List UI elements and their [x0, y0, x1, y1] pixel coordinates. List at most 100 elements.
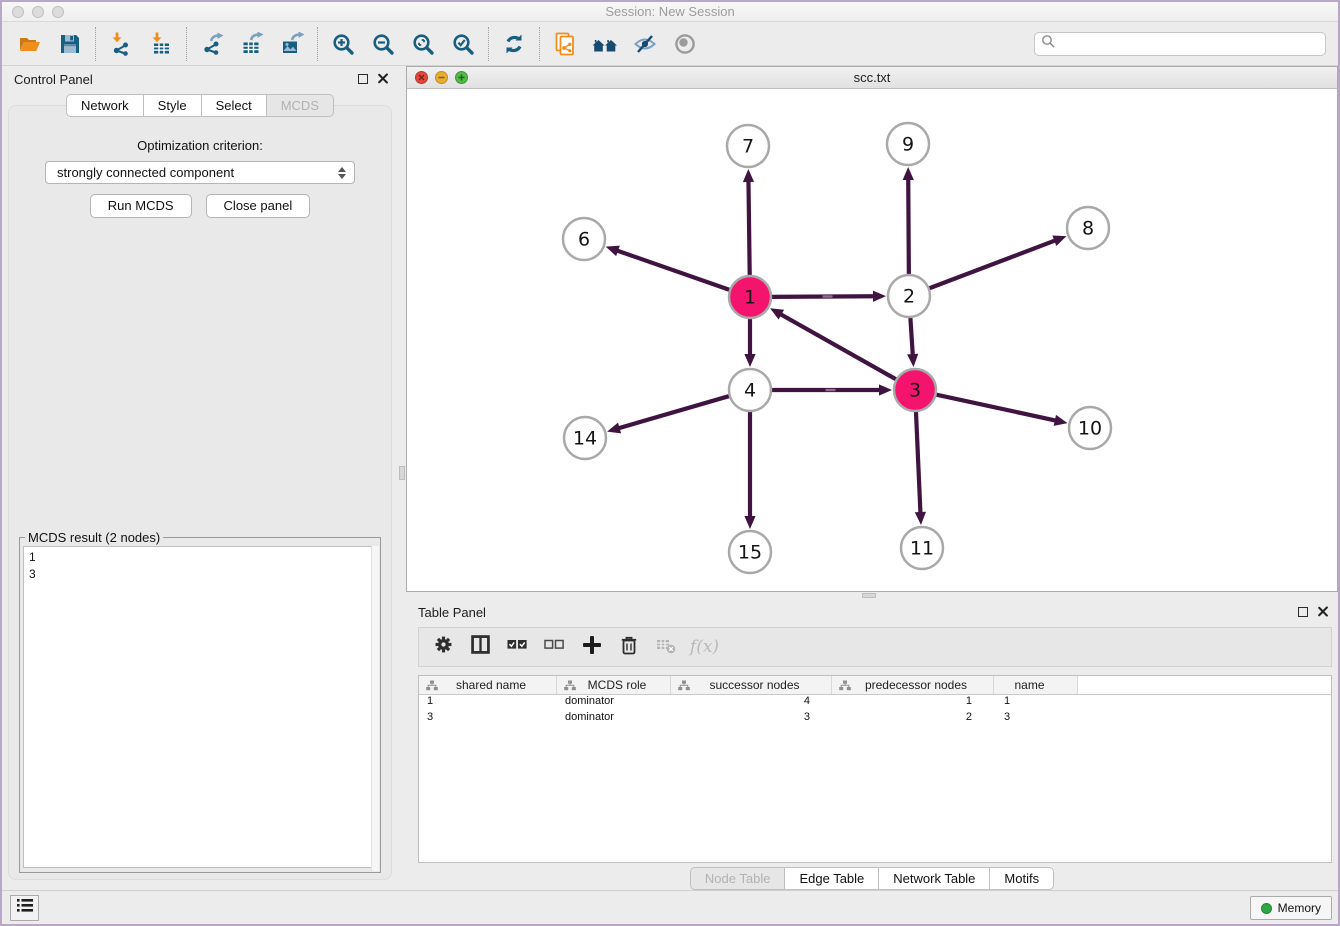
graph-node-6[interactable]: 6	[563, 218, 605, 260]
show-column-panel-button[interactable]	[462, 631, 499, 663]
zoom-fit-button[interactable]	[403, 26, 443, 62]
memory-button[interactable]: Memory	[1250, 896, 1332, 920]
import-table-button[interactable]	[141, 26, 181, 62]
table-toolbar: f(x)	[418, 627, 1332, 667]
delete-table-button[interactable]	[647, 631, 684, 663]
zoom-out-button[interactable]	[363, 26, 403, 62]
graph-node-14[interactable]: 14	[564, 417, 606, 459]
export-table-icon	[240, 32, 264, 56]
graph-edge-1-2[interactable]	[769, 291, 886, 302]
search-icon	[1041, 34, 1056, 54]
svg-text:15: 15	[738, 542, 762, 564]
tab-edge-table[interactable]: Edge Table	[785, 867, 879, 890]
close-panel-button[interactable]: Close panel	[206, 194, 311, 218]
zoom-selected-button[interactable]	[443, 26, 483, 62]
float-panel-icon[interactable]	[1298, 607, 1308, 617]
float-panel-icon[interactable]	[358, 74, 368, 84]
graph-node-3[interactable]: 3	[894, 369, 936, 411]
tab-select[interactable]: Select	[202, 94, 267, 117]
graph-node-11[interactable]: 11	[901, 527, 943, 569]
graph-edge-1-7[interactable]	[743, 169, 754, 278]
open-session-button[interactable]	[10, 26, 50, 62]
graph-edge-1-6[interactable]	[606, 246, 732, 291]
splitter-grip[interactable]	[862, 593, 876, 598]
main-toolbar	[2, 22, 1338, 66]
save-session-button[interactable]	[50, 26, 90, 62]
search-field[interactable]	[1034, 32, 1326, 56]
gear-icon	[434, 635, 453, 659]
graph-node-2[interactable]: 2	[888, 275, 930, 317]
graph-node-7[interactable]: 7	[727, 125, 769, 167]
zoom-fit-icon	[411, 32, 435, 56]
function-builder-button[interactable]: f(x)	[684, 631, 721, 663]
graph-edge-2-8[interactable]	[927, 236, 1067, 290]
export-image-button[interactable]	[272, 26, 312, 62]
hide-selected-button[interactable]	[625, 26, 665, 62]
table-settings-button[interactable]	[425, 631, 462, 663]
column-header-predecessor-nodes[interactable]: predecessor nodes	[832, 676, 994, 694]
graph-edge-2-9[interactable]	[903, 167, 914, 277]
graph-node-1[interactable]: 1	[729, 276, 771, 318]
graph-edge-4-3[interactable]	[769, 384, 892, 395]
graph-edge-4-14[interactable]	[607, 395, 732, 433]
column-header-successor-nodes[interactable]: successor nodes	[671, 676, 832, 694]
column-header-name[interactable]: name	[994, 676, 1078, 694]
column-header-shared-name[interactable]: shared name	[419, 676, 557, 694]
clone-network-button[interactable]	[545, 26, 585, 62]
table-row[interactable]: 1 dominator 4 1 1	[419, 695, 1331, 711]
graph-node-10[interactable]: 10	[1069, 407, 1111, 449]
graph-edge-1-4[interactable]	[744, 316, 755, 367]
splitter-grip[interactable]	[399, 466, 405, 480]
delete-column-button[interactable]	[610, 631, 647, 663]
run-mcds-button[interactable]: Run MCDS	[90, 194, 192, 218]
graph-node-4[interactable]: 4	[729, 369, 771, 411]
graph-edge-3-10[interactable]	[934, 394, 1068, 426]
create-column-button[interactable]	[573, 631, 610, 663]
criterion-dropdown[interactable]: strongly connected component	[45, 161, 355, 184]
list-icon	[16, 897, 34, 919]
graph-edge-2-3[interactable]	[907, 315, 918, 367]
table-row[interactable]: 3 dominator 3 2 3	[419, 711, 1331, 727]
svg-text:11: 11	[910, 538, 934, 560]
graph-edge-3-1[interactable]	[770, 308, 898, 380]
export-network-button[interactable]	[192, 26, 232, 62]
svg-text:7: 7	[742, 136, 754, 158]
tab-network[interactable]: Network	[66, 94, 144, 117]
task-history-button[interactable]	[10, 895, 39, 921]
column-header-mcds-role[interactable]: MCDS role	[557, 676, 671, 694]
unselect-all-columns-button[interactable]	[536, 631, 573, 663]
tab-style[interactable]: Style	[144, 94, 202, 117]
cell-successor-nodes: 4	[671, 695, 832, 711]
chevron-updown-icon	[338, 167, 346, 179]
graph-edge-4-15[interactable]	[744, 409, 755, 529]
network-canvas[interactable]: 1 2 3 4 6 7 8 9 10 11 14 15	[407, 89, 1337, 591]
mcds-panel-body: Optimization criterion: strongly connect…	[8, 105, 392, 880]
graph-node-9[interactable]: 9	[887, 123, 929, 165]
toolbar-separator	[539, 27, 540, 61]
fx-icon: f(x)	[690, 637, 719, 657]
mcds-result-text[interactable]: 1 3	[23, 546, 377, 868]
select-all-columns-button[interactable]	[499, 631, 536, 663]
open-folder-icon	[18, 32, 42, 56]
tab-network-table[interactable]: Network Table	[879, 867, 990, 890]
zoom-in-icon	[331, 32, 355, 56]
graph-node-15[interactable]: 15	[729, 531, 771, 573]
refresh-layout-button[interactable]	[494, 26, 534, 62]
tab-mcds[interactable]: MCDS	[267, 94, 334, 117]
horizontal-splitter[interactable]	[406, 592, 1338, 599]
search-input[interactable]	[1056, 34, 1325, 54]
result-scrollbar[interactable]	[371, 546, 379, 871]
zoom-in-button[interactable]	[323, 26, 363, 62]
vertical-splitter[interactable]	[398, 66, 406, 890]
close-panel-icon[interactable]	[377, 73, 388, 84]
graph-node-8[interactable]: 8	[1067, 207, 1109, 249]
close-panel-icon[interactable]	[1317, 606, 1328, 617]
export-table-button[interactable]	[232, 26, 272, 62]
tab-motifs[interactable]: Motifs	[990, 867, 1054, 890]
tab-node-table[interactable]: Node Table	[690, 867, 786, 890]
import-network-button[interactable]	[101, 26, 141, 62]
first-neighbors-button[interactable]	[585, 26, 625, 62]
graph-edge-3-11[interactable]	[915, 409, 926, 525]
table-tabs: Node Table Edge Table Network Table Moti…	[406, 867, 1338, 890]
show-all-button[interactable]	[665, 26, 705, 62]
